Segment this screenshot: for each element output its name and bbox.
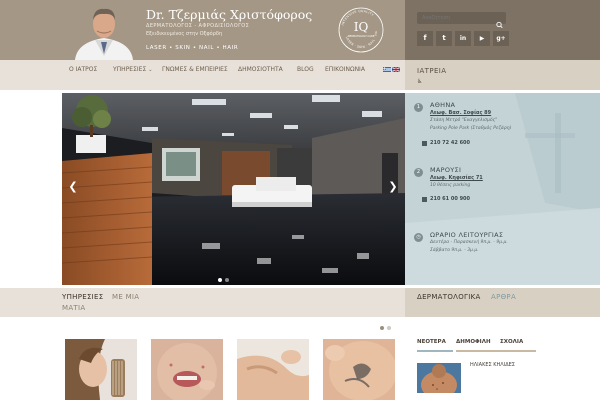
chevron-down-icon: ⌄ — [148, 67, 153, 73]
services-subtitle-2: ΜΑΤΙΑ — [62, 304, 86, 312]
service-thumb-acne[interactable] — [151, 339, 223, 400]
search-box[interactable] — [417, 12, 506, 29]
tab-popular[interactable]: ΔΗΜΟΦΙΛΗ — [456, 339, 491, 345]
tab-popular-underline — [456, 350, 536, 352]
slider-prev-icon[interactable]: ❮ — [66, 180, 80, 194]
googleplus-icon[interactable]: g+ — [493, 31, 509, 46]
wheelchair-icon: ♿ — [417, 78, 423, 85]
service-thumb-tattoo[interactable] — [323, 339, 395, 400]
marousi-phone[interactable]: 210 61 00 900 — [430, 196, 470, 202]
tab-newest-underline — [417, 350, 453, 352]
news-title-sunspots[interactable]: ΗΛΙΑΚΕΣ ΚΗΛΙΔΕΣ — [470, 362, 515, 368]
nav-item-opinions[interactable]: ΓΝΩΜΕΣ & ΕΜΠΕΙΡΙΕΣ — [162, 66, 228, 73]
linkedin-icon[interactable]: in — [455, 31, 471, 46]
tab-newest[interactable]: ΝΕΟΤΕΡΑ — [417, 339, 446, 345]
header-right-panel — [405, 0, 600, 60]
clinic-slider — [62, 93, 405, 285]
marousi-title: ΜΑΡΟΥΣΙ — [430, 166, 462, 174]
tab-comments[interactable]: ΣΧΟΛΙΑ — [500, 339, 523, 345]
doctor-subtitle: Εξειδικευμένος στην Οξφόρδη — [146, 31, 223, 37]
iq-logo[interactable]: INTENSIVE QUALITY LASER · SKIN · NAIL · … — [336, 3, 385, 54]
doctor-tagline: LASER • SKIN • NAIL • HAIR — [146, 45, 239, 51]
derm-articles-title: ΔΕΡΜΑΤΟΛΟΓΙΚΑ — [417, 293, 481, 301]
services-subtitle-1: ΜΕ ΜΙΑ — [112, 293, 140, 301]
nav-item-blog[interactable]: BLOG — [297, 66, 314, 73]
nav-item-services-label: ΥΠΗΡΕΣΙΕΣ — [113, 66, 147, 73]
phone-icon — [422, 197, 427, 202]
twitter-icon[interactable]: t — [436, 31, 452, 46]
hours-title: ΩΡΑΡΙΟ ΛΕΙΤΟΥΡΓΙΑΣ — [430, 231, 504, 239]
search-input[interactable] — [422, 12, 488, 24]
hours-weekdays: Δευτέρα - Παρασκευή 9π.μ. - 9μ.μ. — [430, 240, 508, 245]
services-dot-2[interactable] — [387, 326, 391, 330]
svg-text:DERMATOLOGY CARE: DERMATOLOGY CARE — [348, 34, 375, 38]
doctor-avatar — [67, 4, 141, 60]
athens-phone[interactable]: 210 72 42 600 — [430, 140, 470, 146]
marousi-note-parking: 10 θέσεις parking — [430, 183, 471, 188]
search-icon[interactable] — [495, 14, 504, 29]
hours-saturday: Σάββατο 9π.μ. - 3μ.μ. — [430, 248, 479, 253]
slider-dot-1[interactable] — [218, 278, 222, 282]
greek-flag-icon[interactable] — [383, 67, 391, 72]
nav-item-services[interactable]: ΥΠΗΡΕΣΙΕΣ ⌄ — [113, 66, 152, 73]
service-thumb-body[interactable] — [237, 339, 309, 400]
marousi-address[interactable]: Λεωφ. Κηφισίας 71 — [430, 175, 483, 181]
uk-flag-icon[interactable] — [392, 67, 400, 72]
service-thumb-hair[interactable] — [65, 339, 137, 400]
slider-next-icon[interactable]: ❯ — [386, 180, 400, 194]
facebook-icon[interactable]: f — [417, 31, 433, 46]
slider-pagination — [218, 278, 229, 282]
nav-item-doctor[interactable]: Ο ΙΑΤΡΟΣ — [69, 66, 97, 73]
location-icon: 2 — [414, 168, 423, 177]
language-switcher — [383, 67, 401, 73]
youtube-icon[interactable]: ▶ — [474, 31, 490, 46]
nav-item-contact[interactable]: ΕΠΙΚΟΙΝΩΝΙΑ — [325, 66, 365, 73]
services-title: ΥΠΗΡΕΣΙΕΣ — [62, 293, 104, 301]
svg-text:IQ: IQ — [354, 20, 369, 34]
doctor-name: Dr. Τζερμιάς Χριστόφορος — [146, 7, 313, 22]
athens-title: ΑΘΗΝΑ — [430, 101, 456, 109]
slider-dot-2[interactable] — [225, 278, 229, 282]
news-thumb-sunspots[interactable] — [417, 363, 461, 393]
clock-icon: ◷ — [414, 233, 423, 242]
doctor-specialty: ΔΕΡΜΑΤΟΛΟΓΟΣ - ΑΦΡΟΔΙΣΙΟΛΟΓΟΣ — [146, 23, 250, 29]
services-pagination — [380, 326, 391, 330]
clinic-interior-image — [62, 93, 405, 285]
athens-address[interactable]: Λεωφ. Βασ. Σοφίας 89 — [430, 110, 491, 116]
athens-note-parking: Parking Pole Park (Σταθμός Ρεζάρη) — [430, 126, 512, 131]
phone-icon — [422, 141, 427, 146]
nav-item-publicity[interactable]: ΔΗΜΟΣΙΟΤΗΤΑ — [238, 66, 283, 73]
derm-articles-subtitle: ΑΡΘΡΑ — [491, 293, 517, 301]
athens-note-metro: Στάση Μετρό "Ευαγγελισμός" — [430, 118, 498, 123]
location-icon: 1 — [414, 103, 423, 112]
clinics-title: ΙΑΤΡΕΙΑ — [417, 67, 447, 75]
services-dot-1[interactable] — [380, 326, 384, 330]
nav-right-panel — [405, 60, 600, 90]
